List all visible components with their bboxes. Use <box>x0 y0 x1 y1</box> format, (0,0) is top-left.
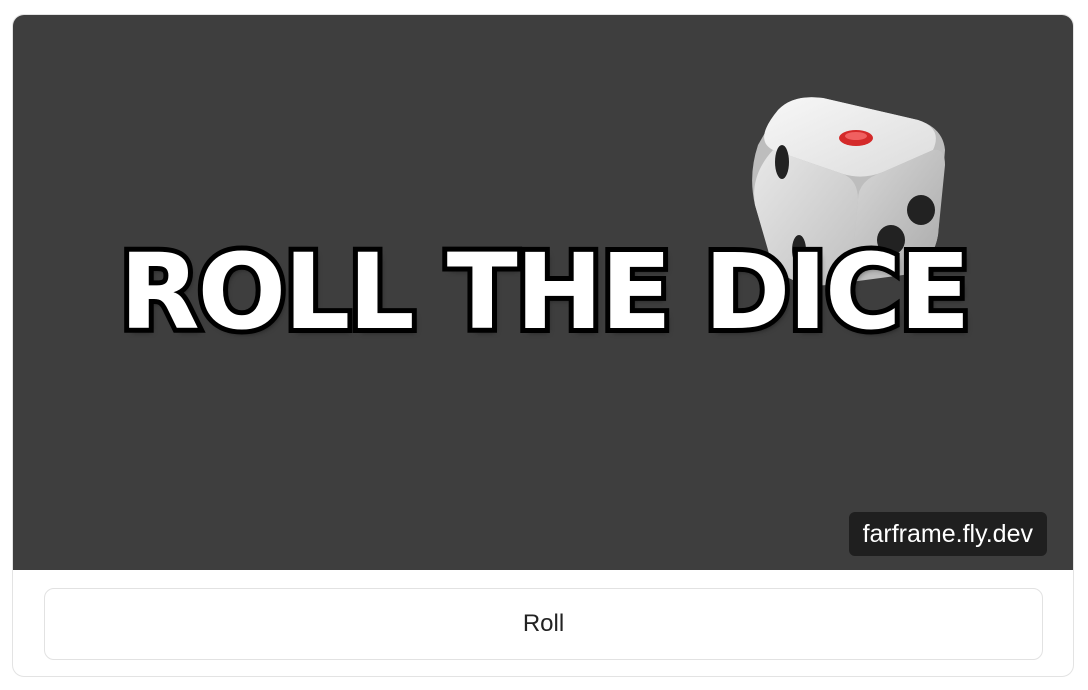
frame-headline: ROLL THE DICE <box>115 231 976 353</box>
frame-image: ROLL THE DICE farframe.fly.dev <box>13 15 1073 570</box>
frame-card: ROLL THE DICE farframe.fly.dev Roll <box>12 14 1074 677</box>
roll-button-label: Roll <box>522 610 565 637</box>
roll-button[interactable]: Roll <box>44 588 1043 660</box>
url-badge: farframe.fly.dev <box>848 512 1047 556</box>
